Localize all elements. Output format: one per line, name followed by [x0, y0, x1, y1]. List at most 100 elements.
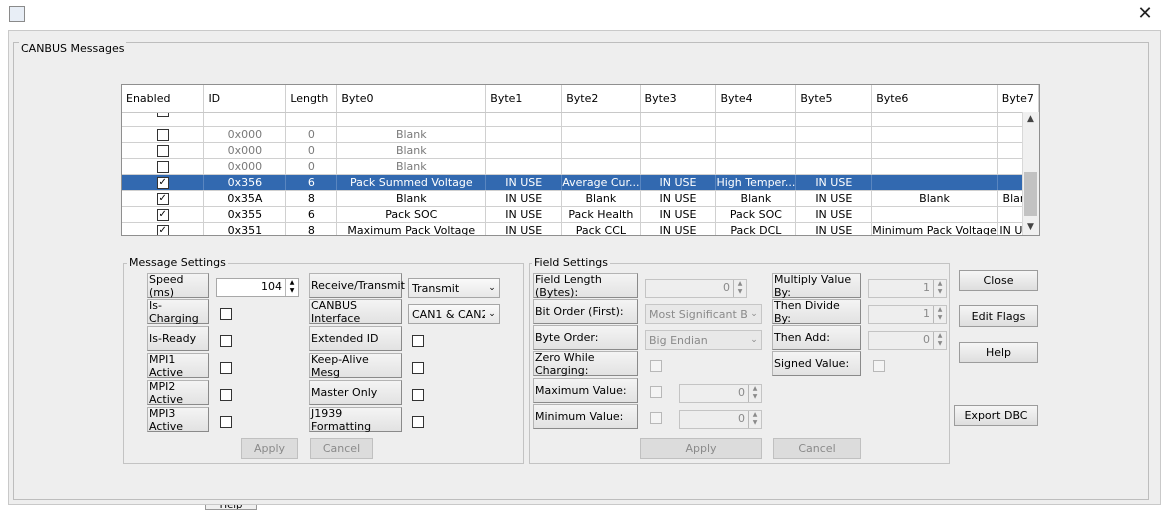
unchecked-checkbox-icon[interactable] — [156, 160, 169, 173]
receive-transmit-select[interactable]: Transmit ⌄ — [408, 278, 500, 298]
export-dbc-button[interactable]: Export DBC — [954, 405, 1038, 426]
signed-value-checkbox[interactable] — [873, 360, 885, 372]
close-window-icon[interactable]: ✕ — [1135, 4, 1155, 24]
byte1-cell[interactable]: IN USE — [485, 206, 563, 223]
byte2-cell[interactable] — [561, 126, 641, 143]
byte-order-select[interactable]: Big Endian ⌄ — [645, 330, 762, 350]
byte1-cell[interactable] — [485, 158, 563, 175]
id-cell[interactable]: 0x355 — [203, 206, 287, 223]
maximum-value-checkbox[interactable] — [650, 386, 662, 398]
stepper-up-icon[interactable]: ▲ — [749, 385, 761, 393]
j1939-formatting-checkbox[interactable] — [412, 416, 424, 428]
enabled-cell[interactable]: ✓ — [122, 190, 205, 207]
byte0-cell[interactable]: Blank — [336, 190, 487, 207]
byte3-cell[interactable]: IN USE — [640, 174, 717, 191]
divide-by-stepper[interactable]: 1 ▲ ▼ — [868, 305, 947, 324]
scroll-thumb[interactable] — [1024, 172, 1037, 216]
maximum-value-value[interactable]: 0 — [680, 385, 748, 402]
byte1-cell[interactable] — [485, 142, 563, 159]
byte6-cell[interactable]: Blank — [871, 190, 998, 207]
stepper-down-icon[interactable]: ▼ — [934, 340, 946, 348]
byte6-cell[interactable] — [871, 158, 998, 175]
field-apply-button[interactable]: Apply — [640, 438, 762, 459]
field-cancel-button[interactable]: Cancel — [773, 438, 861, 459]
stepper-up-icon[interactable]: ▲ — [286, 279, 298, 287]
byte3-cell[interactable]: IN USE — [640, 222, 717, 235]
byte1-cell[interactable]: IN USE — [485, 174, 563, 191]
checked-checkbox-icon[interactable]: ✓ — [156, 208, 169, 221]
edit-flags-button[interactable]: Edit Flags — [959, 305, 1038, 327]
close-button[interactable]: Close — [959, 270, 1038, 291]
enabled-cell[interactable]: ✓ — [122, 206, 205, 223]
stepper-down-icon[interactable]: ▼ — [749, 393, 761, 401]
is-ready-button[interactable]: Is-Ready — [147, 326, 209, 351]
bit-order-button[interactable]: Bit Order (First): — [533, 299, 638, 324]
byte-order-button[interactable]: Byte Order: — [533, 325, 638, 350]
stepper-up-icon[interactable]: ▲ — [749, 411, 761, 419]
mpi1-active-button[interactable]: MPI1 Active — [147, 353, 209, 379]
minimum-value-stepper[interactable]: 0 ▲ ▼ — [679, 410, 762, 429]
mpi1-active-checkbox[interactable] — [220, 362, 232, 374]
byte0-cell[interactable]: Blank — [336, 142, 487, 159]
field-length-stepper[interactable]: 0 ▲ ▼ — [645, 279, 747, 298]
is-charging-button[interactable]: Is-Charging — [147, 299, 209, 325]
minimum-value-value[interactable]: 0 — [680, 411, 748, 428]
mpi2-active-checkbox[interactable] — [220, 389, 232, 401]
column-header[interactable]: Length — [285, 85, 338, 113]
byte5-cell[interactable]: IN USE — [795, 222, 873, 235]
master-only-button[interactable]: Master Only — [309, 380, 402, 405]
byte1-cell[interactable]: IN USE — [485, 190, 563, 207]
byte0-cell[interactable]: Blank — [336, 126, 487, 143]
enabled-cell[interactable]: ✓ — [122, 174, 205, 191]
byte1-cell[interactable] — [485, 126, 563, 143]
length-cell[interactable]: 0 — [285, 142, 338, 159]
column-header[interactable]: Byte2 — [561, 85, 641, 113]
length-cell[interactable]: 6 — [285, 206, 338, 223]
checked-checkbox-icon[interactable]: ✓ — [156, 176, 169, 189]
byte2-cell[interactable]: Pack CCL — [561, 222, 641, 235]
byte2-cell[interactable] — [561, 158, 641, 175]
unchecked-checkbox-icon[interactable] — [156, 144, 169, 157]
byte5-cell[interactable] — [795, 142, 873, 159]
byte3-cell[interactable]: IN USE — [640, 206, 717, 223]
id-cell[interactable]: 0x000 — [203, 158, 287, 175]
byte3-cell[interactable] — [640, 142, 717, 159]
divide-by-button[interactable]: Then Divide By: — [772, 299, 861, 325]
byte4-cell[interactable] — [715, 126, 797, 143]
stepper-up-icon[interactable]: ▲ — [934, 332, 946, 340]
zero-while-charging-button[interactable]: Zero While Charging: — [533, 351, 638, 377]
canbus-interface-button[interactable]: CANBUS Interface — [309, 299, 402, 325]
byte2-cell[interactable] — [561, 142, 641, 159]
keep-alive-button[interactable]: Keep-Alive Mesg — [309, 353, 402, 379]
help-button[interactable]: Help — [959, 342, 1038, 363]
byte3-cell[interactable] — [640, 158, 717, 175]
column-header[interactable]: Enabled — [122, 85, 205, 113]
table-row[interactable]: 0x000 0 Blank — [122, 142, 1039, 159]
stepper-down-icon[interactable]: ▼ — [934, 314, 946, 322]
column-header[interactable]: Byte3 — [640, 85, 717, 113]
table-row[interactable]: ✓ 0x351 8 Maximum Pack Voltage IN USE Pack CC… — [122, 222, 1039, 235]
byte4-cell[interactable]: Pack DCL — [715, 222, 797, 235]
id-cell[interactable]: 0x35A — [203, 190, 287, 207]
mpi2-active-button[interactable]: MPI2 Active — [147, 380, 209, 406]
length-cell[interactable]: 6 — [285, 174, 338, 191]
byte2-cell[interactable]: Average Cur... — [561, 174, 641, 191]
signed-value-button[interactable]: Signed Value: — [772, 351, 861, 376]
extended-id-checkbox[interactable] — [412, 335, 424, 347]
multiply-value-stepper[interactable]: 1 ▲ ▼ — [868, 279, 947, 298]
column-header[interactable]: Byte5 — [795, 85, 873, 113]
stepper-down-icon[interactable]: ▼ — [286, 287, 298, 295]
multiply-value-button[interactable]: Multiply Value By: — [772, 273, 861, 299]
byte1-cell[interactable]: IN USE — [485, 222, 563, 235]
divide-by-value[interactable]: 1 — [869, 306, 933, 323]
maximum-value-stepper[interactable]: 0 ▲ ▼ — [679, 384, 762, 403]
column-header[interactable]: ID — [203, 85, 287, 113]
j1939-formatting-button[interactable]: J1939 Formatting — [309, 407, 402, 433]
byte0-cell[interactable]: Pack Summed Voltage — [336, 174, 487, 191]
scroll-up-icon[interactable]: ▲ — [1022, 112, 1039, 126]
enabled-cell[interactable]: ✓ — [122, 222, 205, 235]
byte6-cell[interactable]: Minimum Pack Voltage — [871, 222, 998, 235]
byte4-cell[interactable] — [715, 142, 797, 159]
byte5-cell[interactable] — [795, 158, 873, 175]
length-cell[interactable]: 0 — [285, 158, 338, 175]
